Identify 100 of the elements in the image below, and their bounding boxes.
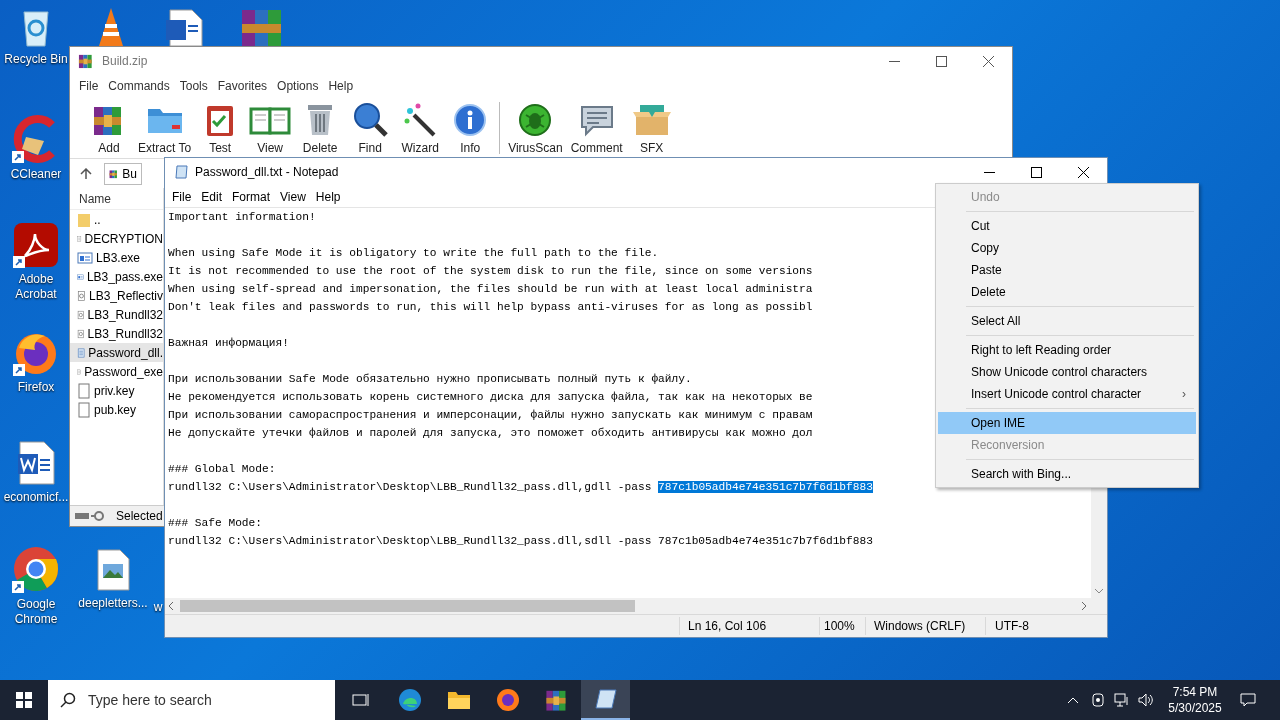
status-text: Selected	[116, 508, 163, 525]
desktop-icon-label[interactable]: Adobe Acrobat	[0, 272, 72, 302]
file-row[interactable]: LB3_pass.exe	[70, 267, 163, 286]
menu-item[interactable]: Select All	[938, 310, 1196, 332]
file-row[interactable]: DECRYPTION	[70, 229, 163, 248]
volume-icon[interactable]	[1138, 693, 1154, 707]
search-field[interactable]: Type here to search	[48, 680, 335, 720]
menu-item[interactable]: Help	[310, 187, 346, 206]
maximize-icon	[1031, 166, 1042, 178]
toolbar-button[interactable]: Extract To	[134, 98, 196, 157]
desktop-icon-label[interactable]: economicf...	[3, 490, 69, 505]
file-row[interactable]: LB3_Rundll32	[70, 305, 163, 324]
menu-item[interactable]: File	[74, 77, 104, 95]
menu-item[interactable]: Options	[272, 77, 324, 95]
menu-item[interactable]: Delete	[938, 281, 1196, 303]
address-field[interactable]: Bu	[104, 162, 142, 185]
file-icon	[77, 382, 91, 399]
file-row[interactable]: LB3.exe	[70, 248, 163, 267]
menu-item[interactable]: Tools	[174, 77, 213, 95]
pdf-app-icon	[13, 222, 59, 268]
encoding: UTF-8	[985, 617, 1107, 635]
file-row[interactable]: LB3_Rundll32	[70, 324, 163, 343]
text-line: rundll32 C:\Users\Administrator\Desktop\LBB_Rundll32_pass.dll,gdll -pass 787c1b05adb4e74e351c7b7f6d1bf883	[168, 480, 873, 495]
folder-icon	[446, 690, 471, 710]
notepad-icon	[593, 688, 618, 710]
menu-item[interactable]: Search with Bing...	[938, 463, 1196, 485]
toolbar-button[interactable]: View	[245, 98, 296, 157]
chevron-up-icon[interactable]	[1067, 696, 1079, 704]
scrollbar-thumb[interactable]	[180, 600, 635, 612]
toolbar-button[interactable]: Add	[84, 98, 134, 157]
menu-item[interactable]: View	[275, 187, 311, 206]
desktop-icon-label[interactable]: Firefox	[17, 380, 55, 395]
box-icon	[631, 102, 672, 137]
menu-item[interactable]: File	[167, 187, 197, 206]
search-icon	[60, 692, 76, 708]
file-row[interactable]: LB3_Reflectiv	[70, 286, 163, 305]
minimize-icon	[984, 171, 995, 173]
windows-logo-icon	[16, 692, 32, 708]
taskbar-app[interactable]	[581, 680, 630, 720]
menu-item[interactable]: Help	[323, 77, 359, 95]
desktop-icon-label[interactable]: w	[153, 600, 163, 615]
text-line: When using self-spread and impersonation, the files should be run with at least local administra	[168, 282, 813, 297]
file-row[interactable]: priv.key	[70, 381, 163, 400]
menu-item[interactable]: Favorites	[212, 77, 273, 95]
toolbar-button[interactable]: Comment	[566, 98, 627, 157]
toolbar-button[interactable]: SFX	[626, 98, 677, 157]
text-line: When using Safe Mode it is obligatory to write the full path to the file.	[168, 246, 659, 261]
menu-item[interactable]: Cut	[938, 215, 1196, 237]
menu-item[interactable]: Insert Unicode control character ›	[938, 383, 1196, 405]
menu-item[interactable]: Edit	[196, 187, 228, 206]
toolbar-button[interactable]: Find	[345, 98, 396, 157]
desktop-icon-label[interactable]: deepletters...	[78, 596, 148, 611]
firefox-icon	[495, 688, 520, 712]
folder-icon	[77, 211, 91, 228]
notification-icon[interactable]	[1240, 692, 1256, 708]
device-icon[interactable]	[1091, 693, 1105, 707]
maximize-icon	[936, 55, 947, 67]
window-title: Build.zip	[102, 53, 148, 70]
toolbar-button[interactable]: VirusScan	[504, 98, 567, 157]
word-document-icon	[16, 440, 56, 486]
close-icon	[983, 55, 994, 67]
desktop-icon-label[interactable]: Recycle Bin	[4, 52, 68, 67]
menu-item[interactable]: Show Unicode control characters	[938, 361, 1196, 383]
menu-item[interactable]: Copy	[938, 237, 1196, 259]
window-title: Password_dll.txt - Notepad	[195, 164, 339, 181]
file-icon	[77, 401, 91, 418]
desktop-icon-label[interactable]: CCleaner	[10, 167, 62, 182]
file-row[interactable]: ..	[70, 210, 163, 229]
text-line: Не допускайте утечки файлов и паролей для запуска, это поможет обходить антивирусы как можно дол	[168, 426, 813, 441]
toolbar-button[interactable]: Test	[195, 98, 246, 157]
toolbar-button[interactable]: Delete	[295, 98, 346, 157]
info-icon	[453, 102, 488, 137]
column-header[interactable]: Name	[70, 188, 163, 210]
edge-icon	[397, 688, 422, 712]
program-icon	[77, 250, 93, 265]
file-row[interactable]: Password_dll.	[70, 343, 163, 362]
close-icon	[1078, 166, 1089, 178]
toolbar-button[interactable]: Info	[445, 98, 496, 157]
clock[interactable]: 7:54 PM 5/30/2025	[1164, 684, 1226, 716]
file-row[interactable]: pub.key	[70, 400, 163, 419]
menu-item[interactable]: Commands	[103, 77, 175, 95]
text-line: rundll32 C:\Users\Administrator\Desktop\LBB_Rundll32_pass.dll,sdll -pass 787c1b05adb4e74e351c7b7f6d1bf883	[168, 534, 873, 549]
menu-item[interactable]: Paste	[938, 259, 1196, 281]
line-ending: Windows (CRLF)	[865, 617, 985, 635]
text-line: Важная информация!	[168, 336, 289, 351]
text-line: ### Safe Mode:	[168, 516, 262, 531]
menu-item[interactable]: Format	[227, 187, 276, 206]
desktop-icon-label[interactable]: Google Chrome	[0, 597, 72, 627]
network-icon[interactable]	[1114, 693, 1130, 707]
file-row[interactable]: Password_exe	[70, 362, 163, 381]
task-view-icon	[351, 692, 370, 708]
toolbar-button[interactable]: Wizard	[395, 98, 446, 157]
text-line: Don't leak files and passwords to run, this will help bypass anti-viruses for as long as possibl	[168, 300, 813, 315]
menu-item[interactable]: Open IME	[938, 412, 1196, 434]
minimize-icon	[889, 60, 900, 62]
notepad-icon	[174, 164, 190, 180]
chrome-icon	[12, 545, 60, 593]
up-arrow-icon[interactable]	[80, 167, 92, 180]
menu-item[interactable]: Right to left Reading order	[938, 339, 1196, 361]
books-icon	[78, 53, 94, 69]
